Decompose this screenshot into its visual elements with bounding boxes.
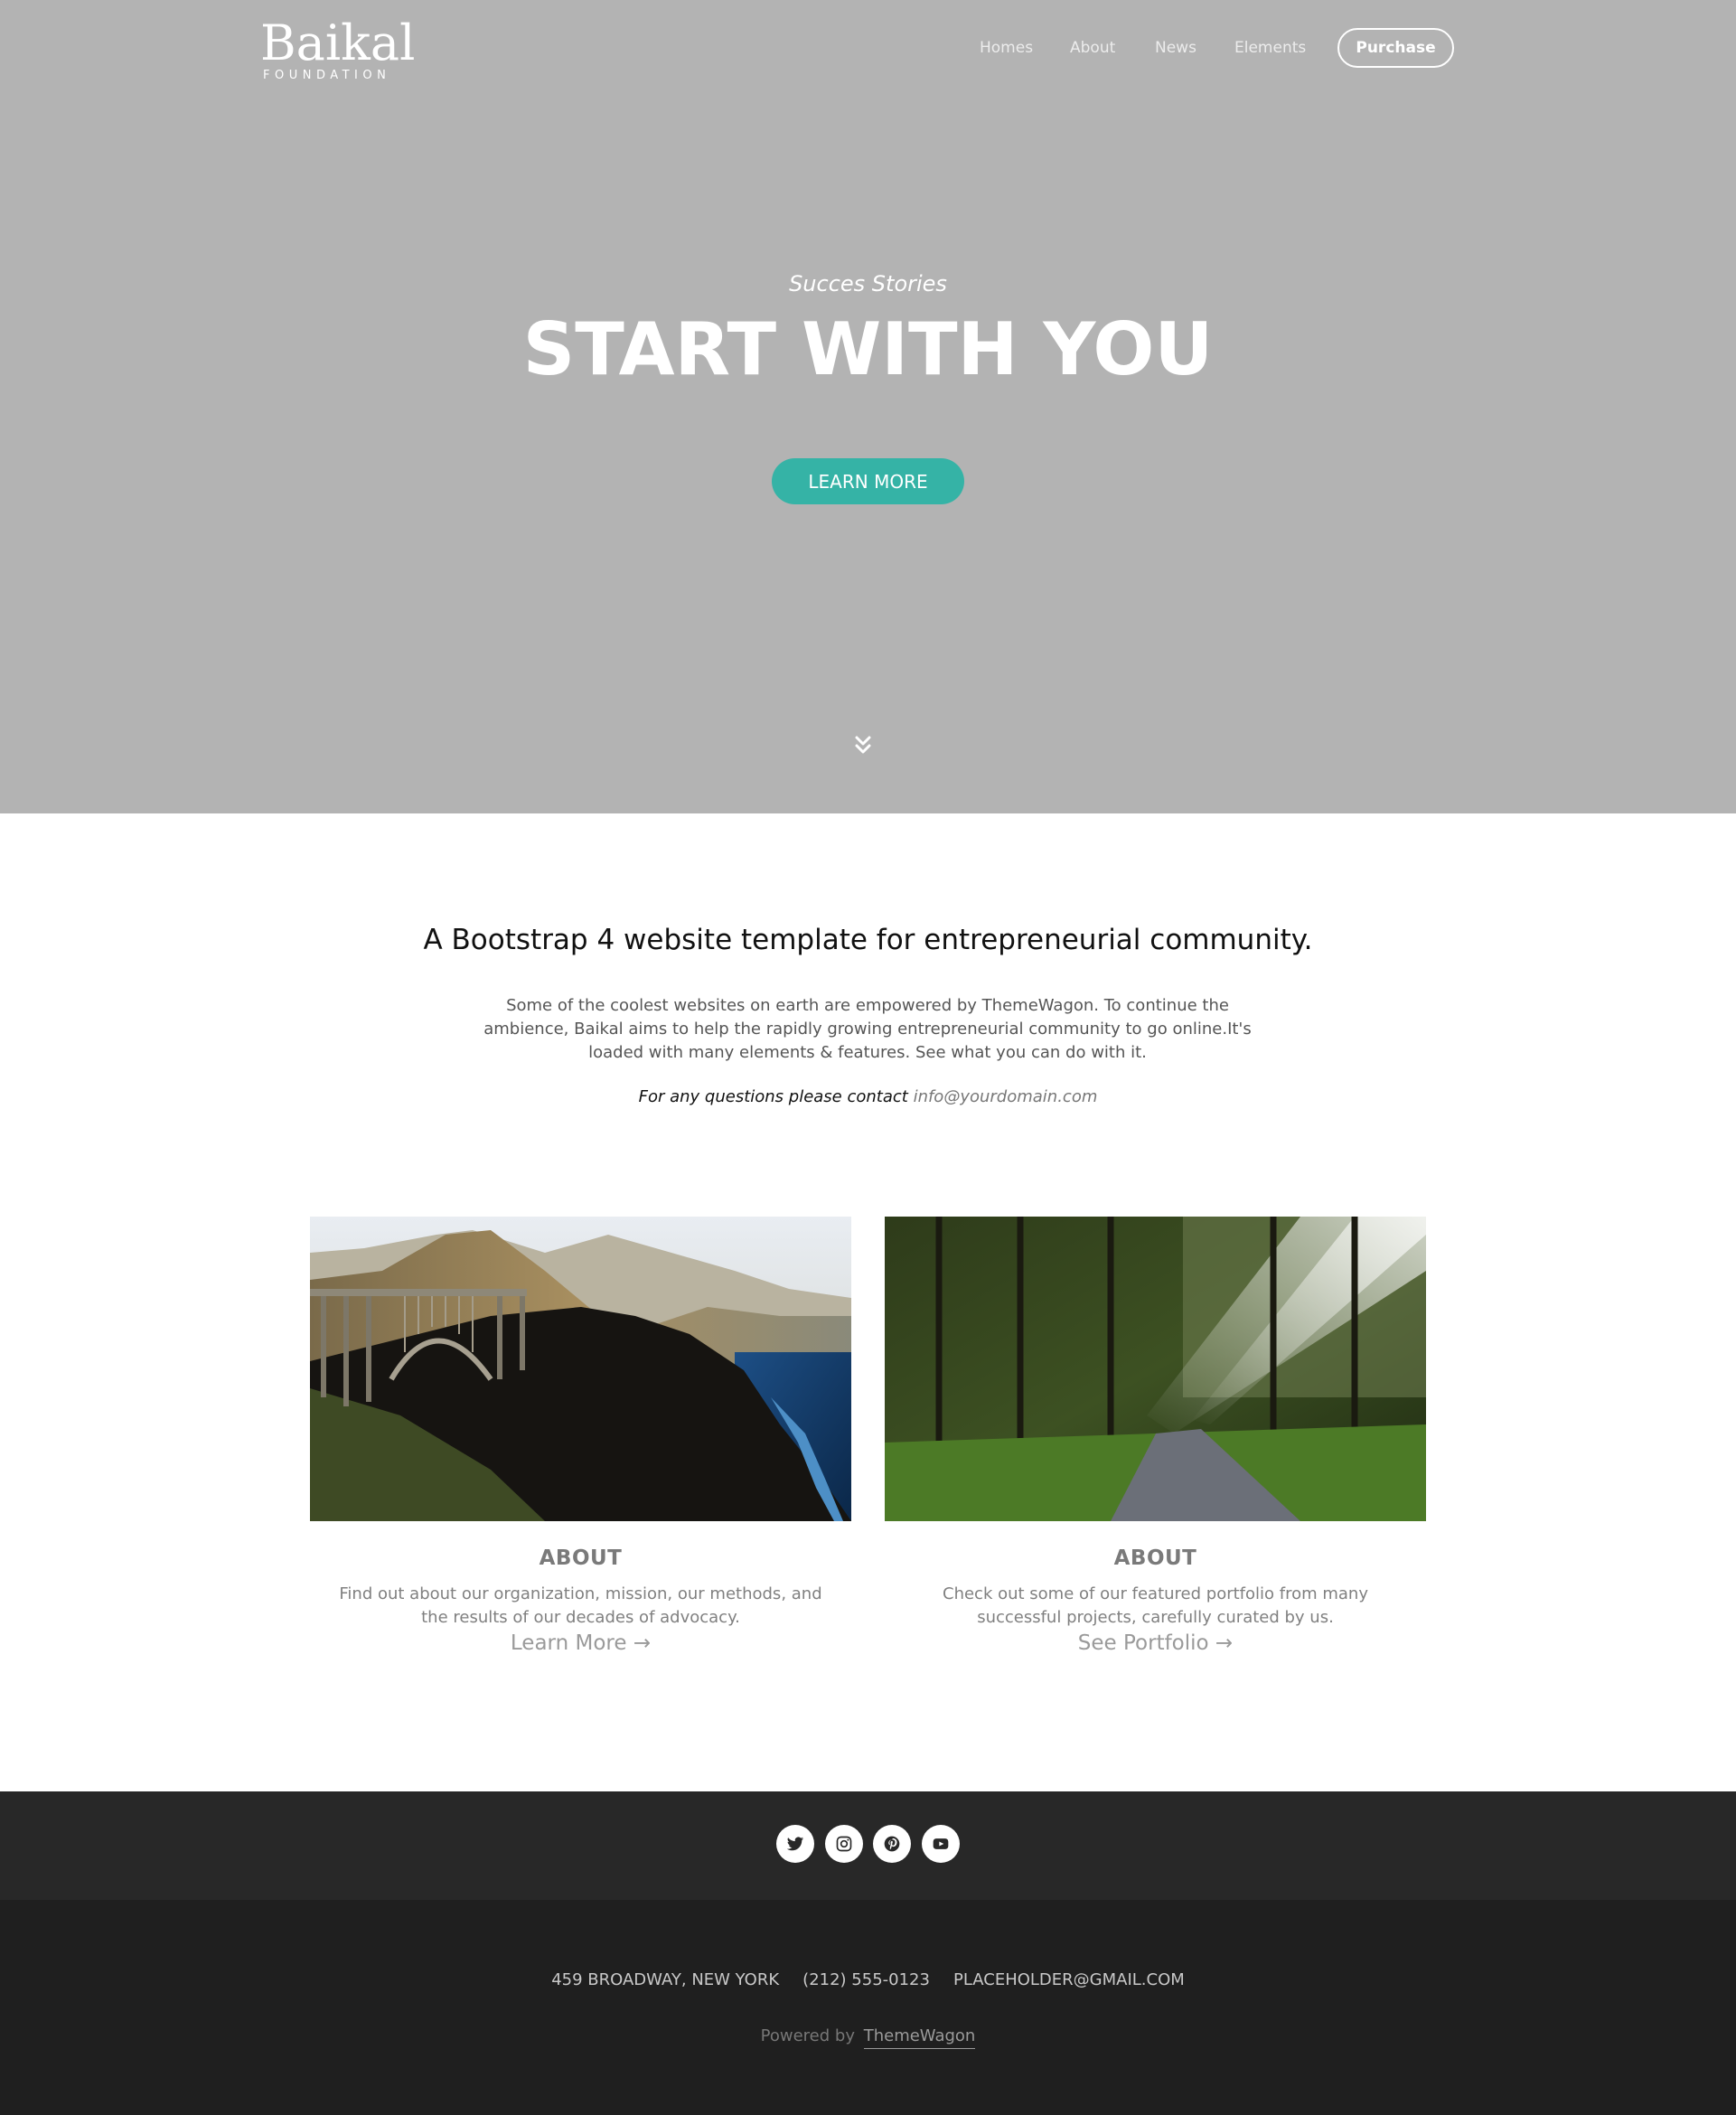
nav-link-elements[interactable]: Elements: [1234, 39, 1306, 57]
card-about: ABOUT Find out about our organization, m…: [310, 1217, 851, 1655]
nav-link-news[interactable]: News: [1155, 39, 1196, 57]
purchase-button[interactable]: Purchase: [1337, 28, 1454, 68]
social-bar: [0, 1791, 1736, 1900]
forest-road-image[interactable]: [885, 1217, 1426, 1521]
intro-contact: For any questions please contact info@yo…: [0, 1087, 1736, 1106]
card-text: Find out about our organization, mission…: [339, 1584, 822, 1627]
pinterest-icon[interactable]: [873, 1825, 911, 1863]
footer-phone[interactable]: (212) 555-0123: [802, 1970, 930, 1989]
nav-link-homes[interactable]: Homes: [980, 39, 1033, 57]
twitter-icon[interactable]: [776, 1825, 814, 1863]
card-text: Check out some of our featured portfolio…: [943, 1584, 1368, 1627]
footer-contact-info: 459 BROADWAY, NEW YORK (212) 555-0123 PLAC…: [0, 1970, 1736, 1989]
themewagon-link[interactable]: ThemeWagon: [863, 2026, 976, 2049]
card-title: ABOUT: [539, 1546, 623, 1570]
contact-prefix: For any questions please contact: [638, 1087, 914, 1106]
instagram-icon[interactable]: [825, 1825, 863, 1863]
chevron-double-down-icon[interactable]: [853, 734, 873, 757]
youtube-icon[interactable]: [922, 1825, 960, 1863]
main-nav: Homes About News Elements Purchase: [0, 28, 1736, 70]
powered-by-label: Powered by: [760, 2026, 855, 2045]
nav-link-about[interactable]: About: [1070, 39, 1115, 57]
footer-email[interactable]: PLACEHOLDER@GMAIL.COM: [953, 1970, 1185, 1989]
contact-email-link[interactable]: info@yourdomain.com: [914, 1087, 1098, 1106]
see-portfolio-link[interactable]: See Portfolio →: [885, 1631, 1426, 1655]
powered-by: Powered by ThemeWagon: [0, 2026, 1736, 2049]
hero-title: START WITH YOU: [522, 307, 1214, 391]
hero-subtitle: Succes Stories: [789, 271, 947, 296]
footer: 459 BROADWAY, NEW YORK (212) 555-0123 PLAC…: [0, 1900, 1736, 2115]
intro-title: A Bootstrap 4 website template for entre…: [423, 924, 1313, 956]
learn-more-link[interactable]: Learn More →: [310, 1631, 851, 1655]
card-portfolio: ABOUT Check out some of our featured por…: [885, 1217, 1426, 1655]
bridge-coast-image[interactable]: [310, 1217, 851, 1521]
card-title: ABOUT: [1113, 1546, 1197, 1570]
hero-section: Baikal FOUNDATION Homes About News Eleme…: [0, 0, 1736, 813]
learn-more-button[interactable]: LEARN MORE: [772, 458, 964, 504]
intro-paragraph: Some of the coolest websites on earth ar…: [483, 996, 1252, 1062]
footer-address: 459 BROADWAY, NEW YORK: [551, 1970, 780, 1989]
